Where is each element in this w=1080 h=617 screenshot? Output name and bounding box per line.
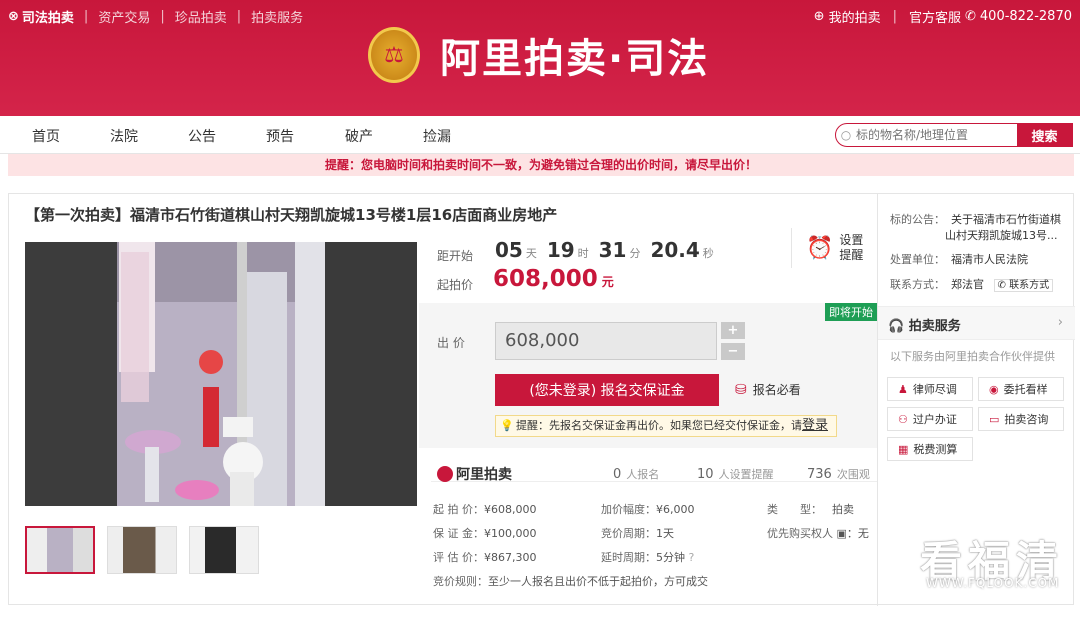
details-col-2: 加价幅度：¥6,000 竞价周期：1天 延时周期：5分钟 ? bbox=[601, 498, 695, 570]
coins-icon: ⛁ bbox=[735, 381, 747, 398]
watermark-url: WWW.FQLOOK.COM bbox=[926, 576, 1060, 590]
top-right-links: ⊕ 我的拍卖 | 官方客服 ✆ 400-822-2870 bbox=[813, 7, 1072, 26]
search-icon: ○ bbox=[840, 128, 852, 142]
help-icon[interactable]: ? bbox=[689, 551, 695, 564]
nav-bankruptcy[interactable]: 破产 bbox=[345, 126, 373, 146]
alarm-clock-icon: ⏰ bbox=[806, 235, 834, 261]
detail-deposit: 保 证 金：¥100,000 bbox=[433, 527, 537, 540]
top-banner: ⊗ 司法拍卖 | 资产交易 | 珍品拍卖 | 拍卖服务 ⊕ 我的拍卖 | 官方客服 ✆ 400… bbox=[0, 0, 1080, 116]
top-left-links: ⊗ 司法拍卖 | 资产交易 | 珍品拍卖 | 拍卖服务 bbox=[8, 7, 304, 26]
bid-decrease-button[interactable]: − bbox=[721, 343, 745, 360]
detail-increment: 加价幅度：¥6,000 bbox=[601, 503, 695, 516]
login-link[interactable]: 登录 bbox=[802, 418, 828, 433]
announcement-link[interactable]: 关于福清市石竹街道棋 bbox=[951, 213, 1061, 226]
info-box-icon: ▣ bbox=[836, 527, 847, 540]
detail-extension: 延时周期：5分钟 ? bbox=[601, 551, 695, 564]
details-col-1: 起 拍 价：¥608,000 保 证 金：¥100,000 评 估 价：¥867… bbox=[433, 498, 537, 570]
bid-rule: 竞价规则：至少一人报名且出价不低于起拍价，方可成交 bbox=[433, 575, 708, 588]
search-button[interactable]: 搜索 bbox=[1017, 124, 1072, 146]
thumbnail-1[interactable] bbox=[25, 526, 95, 574]
treasure-auction-link[interactable]: 珍品拍卖 bbox=[175, 7, 227, 26]
nav-home[interactable]: 首页 bbox=[32, 126, 60, 146]
detail-bid-period: 竞价周期：1天 bbox=[601, 527, 674, 540]
view-count: 736 次围观 bbox=[807, 467, 870, 482]
bid-input[interactable]: 608,000 bbox=[495, 322, 717, 360]
nav-bargain[interactable]: 捡漏 bbox=[423, 126, 451, 146]
side-announcement: 标的公告： 关于福清市石竹街道棋 bbox=[890, 213, 1061, 226]
set-reminder-button[interactable]: ⏰ 设置 提醒 bbox=[791, 228, 877, 268]
bid-area: 即将开始 出 价 608,000 + − (您未登录) 报名交保证金 ⛁ 报名必看… bbox=[419, 303, 877, 448]
nav-court[interactable]: 法院 bbox=[110, 126, 138, 146]
nav-announcement[interactable]: 公告 bbox=[188, 126, 216, 146]
court-emblem-icon: ⚖ bbox=[368, 27, 420, 83]
location-pin-icon: ◉ bbox=[989, 382, 999, 396]
signup-count: 0 人报名 bbox=[613, 467, 660, 482]
details-col-3: 类 型： 拍卖 优先购买权人 ▣：无 bbox=[767, 498, 869, 546]
reminder-count: 10 人设置提醒 bbox=[697, 467, 774, 482]
auction-stats: 阿里拍卖 0 人报名 10 人设置提醒 736 次围观 bbox=[431, 452, 877, 484]
countdown-label: 距开始 bbox=[437, 249, 474, 263]
official-service-link[interactable]: 官方客服 bbox=[909, 7, 961, 26]
phone-number: 400-822-2870 bbox=[979, 9, 1072, 24]
bathroom-photo bbox=[25, 242, 417, 506]
detail-priority: 优先购买权人 ▣：无 bbox=[767, 527, 869, 540]
countdown-timer: 05 天 19 时 31 分 20.4 秒 bbox=[495, 238, 714, 262]
contact-button[interactable]: ✆ 联系方式 bbox=[993, 279, 1054, 292]
auction-service-header[interactable]: 🎧 拍卖服务 › bbox=[878, 306, 1075, 340]
side-announcement-2[interactable]: 山村天翔凯旋城13号... bbox=[945, 227, 1058, 243]
main-photo[interactable] bbox=[25, 242, 417, 506]
logo-title: 阿里拍卖·司法 bbox=[440, 36, 710, 82]
thumbnail-strip bbox=[25, 526, 259, 574]
bid-label: 出 价 bbox=[437, 336, 465, 350]
brand-link[interactable]: ⊗ 司法拍卖 bbox=[8, 7, 74, 26]
phone-icon: ✆ bbox=[997, 280, 1006, 291]
transfer-icon: ⚇ bbox=[898, 412, 908, 426]
chevron-right-icon: › bbox=[1057, 315, 1063, 330]
thumbnail-3[interactable] bbox=[189, 526, 259, 574]
person-icon: ♟ bbox=[898, 382, 908, 396]
detail-appraisal: 评 估 价：¥867,300 bbox=[433, 551, 537, 564]
calculator-icon: ▦ bbox=[898, 442, 909, 456]
detail-type: 类 型： 拍卖 bbox=[767, 503, 854, 516]
asset-trade-link[interactable]: 资产交易 bbox=[98, 7, 150, 26]
side-unit: 处置单位： 福清市人民法院 bbox=[890, 253, 1028, 266]
headset-icon: 🎧 bbox=[888, 319, 905, 334]
my-auction-link[interactable]: 我的拍卖 bbox=[829, 7, 881, 26]
site-logo[interactable]: ⚖ 阿里拍卖·司法 bbox=[368, 26, 709, 84]
start-price-label: 起拍价 bbox=[437, 278, 474, 292]
nav-preview[interactable]: 预告 bbox=[266, 126, 294, 146]
auction-panel: 【第一次拍卖】福清市石竹街道棋山村天翔凯旋城13号楼1层16店面商业房地产 距开… bbox=[8, 193, 1075, 606]
ali-logo-icon bbox=[437, 466, 453, 482]
status-badge: 即将开始 bbox=[825, 303, 877, 321]
chat-icon: ▭ bbox=[989, 412, 1000, 426]
service-tax[interactable]: ▦ 税费测算 bbox=[887, 437, 973, 461]
phone-icon: ✆ bbox=[965, 9, 976, 24]
thumbnail-2[interactable] bbox=[107, 526, 177, 574]
side-contact: 联系方式： 郑法官 ✆ 联系方式 bbox=[890, 276, 1054, 292]
time-warning-banner: 提醒：您电脑时间和拍卖时间不一致，为避免错过合理的出价时间，请尽早出价！ bbox=[8, 154, 1074, 176]
login-tip: 💡 提醒：先报名交保证金再出价。如果您已经交付保证金，请登录 bbox=[495, 415, 837, 437]
service-lawyer[interactable]: ♟ 律师尽调 bbox=[887, 377, 973, 401]
judicial-icon: ⊗ bbox=[8, 9, 19, 24]
must-read-link[interactable]: ⛁ 报名必看 bbox=[735, 381, 801, 398]
ali-auction-logo: 阿里拍卖 bbox=[437, 464, 512, 484]
service-subtitle: 以下服务由阿里拍卖合作伙伴提供 bbox=[890, 350, 1055, 363]
register-deposit-button[interactable]: (您未登录) 报名交保证金 bbox=[495, 374, 719, 406]
service-viewing[interactable]: ◉ 委托看样 bbox=[978, 377, 1064, 401]
service-consult[interactable]: ▭ 拍卖咨询 bbox=[978, 407, 1064, 431]
bid-increase-button[interactable]: + bbox=[721, 322, 745, 339]
search-box: ○ 搜索 bbox=[835, 123, 1073, 147]
detail-start-price: 起 拍 价：¥608,000 bbox=[433, 503, 537, 516]
search-input[interactable] bbox=[856, 128, 1016, 142]
auction-service-link[interactable]: 拍卖服务 bbox=[251, 7, 303, 26]
user-icon: ⊕ bbox=[813, 9, 825, 24]
service-transfer[interactable]: ⚇ 过户办证 bbox=[887, 407, 973, 431]
lightbulb-icon: 💡 bbox=[500, 419, 514, 432]
item-title: 【第一次拍卖】福清市石竹街道棋山村天翔凯旋城13号楼1层16店面商业房地产 bbox=[25, 206, 558, 224]
start-price: 608,000 元 bbox=[493, 266, 614, 292]
